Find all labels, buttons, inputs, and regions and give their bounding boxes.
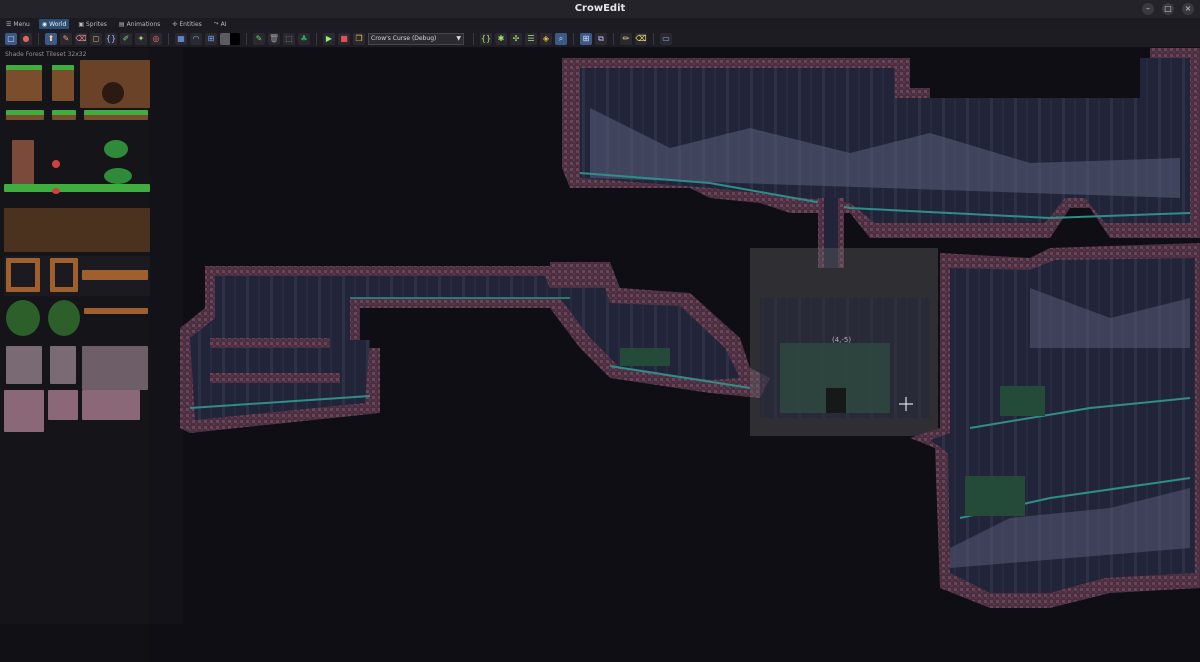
menu-bar: ☰ Menu ◉ World ▣ Sprites ▤ Animations ✢ Entit… <box>0 18 1200 30</box>
menu-item-ai[interactable]: ⤳ AI <box>211 19 230 29</box>
brush-tool-icon[interactable]: ✎ <box>60 32 72 45</box>
menu-item-world[interactable]: ◉ World <box>38 19 70 29</box>
tile-pink-stone[interactable] <box>48 390 78 420</box>
tile-stone-cross[interactable] <box>50 346 76 384</box>
braces-icon[interactable]: {} <box>105 32 117 45</box>
menu-item-menu[interactable]: ☰ Menu <box>3 19 33 29</box>
tile-rope-bridge[interactable] <box>84 308 148 314</box>
left-scroll-strip <box>150 48 183 624</box>
marquee-icon[interactable]: ⬚ <box>283 32 295 45</box>
layers-icon[interactable]: ▦ <box>175 32 187 45</box>
room-top <box>562 48 1200 238</box>
toolbar-separator <box>613 32 614 45</box>
close-icon[interactable]: × <box>1182 3 1194 15</box>
tile-pink-stone[interactable] <box>4 390 44 432</box>
tile-bush[interactable] <box>104 140 128 158</box>
tile-cobble[interactable] <box>82 346 148 390</box>
scene-icon[interactable]: ❐ <box>353 32 365 45</box>
film-icon: ▤ <box>118 20 125 28</box>
wooden-house <box>1000 386 1045 416</box>
tile-grass-ledge[interactable] <box>84 110 148 120</box>
tile-grass-block[interactable] <box>6 65 42 101</box>
wooden-house <box>965 476 1025 516</box>
toolbar-separator <box>246 32 247 45</box>
color-swatch-icon[interactable] <box>220 32 240 45</box>
tile-grass-ledge[interactable] <box>6 110 44 120</box>
window-title: CrowEdit <box>574 3 626 14</box>
rect-select-icon[interactable]: ◻ <box>90 32 102 45</box>
entity-icon: ✢ <box>172 20 178 28</box>
menu-item-sprites[interactable]: ▣ Sprites <box>75 19 110 29</box>
puzzle-icon[interactable]: ✣ <box>510 32 522 45</box>
tile-wood-frame[interactable] <box>6 258 40 292</box>
world-map <box>150 48 1200 624</box>
toolbar-separator <box>573 32 574 45</box>
tile-wood-roof[interactable] <box>82 270 148 280</box>
frame-icon[interactable]: ▭ <box>660 32 672 45</box>
tile-mushroom[interactable] <box>52 188 60 194</box>
stop-icon[interactable]: ■ <box>338 32 350 45</box>
tile-dirt-hole <box>102 82 124 104</box>
target-icon[interactable]: ◎ <box>150 32 162 45</box>
add-room-icon[interactable]: ⊞ <box>580 32 592 45</box>
tile-grass-pillar[interactable] <box>52 65 74 101</box>
chevron-down-icon: ▼ <box>456 34 461 42</box>
toolbar-separator <box>38 32 39 45</box>
room-corridor <box>180 262 770 433</box>
pencil-green-icon[interactable]: ✐ <box>120 32 132 45</box>
title-bar: CrowEdit – □ × <box>0 0 1200 19</box>
erase-highlight-icon[interactable]: ⌫ <box>635 32 647 45</box>
toolbar-separator <box>653 32 654 45</box>
eraser-tool-icon[interactable]: ⌫ <box>75 32 87 45</box>
play-icon[interactable]: ▶ <box>323 32 335 45</box>
tile-bush[interactable] <box>104 168 132 184</box>
maximize-icon[interactable]: □ <box>1162 3 1174 15</box>
toolbar-separator <box>316 32 317 45</box>
stamp-tool-icon[interactable]: ⬆ <box>45 32 57 45</box>
image-icon: ▣ <box>78 20 84 28</box>
list-icon[interactable]: ☰ <box>525 32 537 45</box>
tile-vine-ball[interactable] <box>48 300 80 336</box>
world-canvas[interactable]: (4,-5) <box>150 48 1200 662</box>
trash-icon[interactable]: 🗑 <box>268 32 280 45</box>
tileset-panel: Shade Forest Tileset 32x32 <box>0 48 151 624</box>
tile-vine-ball[interactable] <box>6 300 40 336</box>
highlight-icon[interactable]: ✏ <box>620 32 632 45</box>
actor-icon[interactable]: ✱ <box>495 32 507 45</box>
tile-mushroom[interactable] <box>52 160 60 168</box>
tree-icon[interactable]: ♣ <box>298 32 310 45</box>
ai-icon: ⤳ <box>213 20 219 27</box>
menu-item-animations[interactable]: ▤ Animations <box>116 19 163 29</box>
tag-icon[interactable]: ◈ <box>540 32 552 45</box>
minimize-icon[interactable]: – <box>1142 3 1154 15</box>
paint-icon[interactable]: ✎ <box>253 32 265 45</box>
code-braces-icon[interactable]: {} <box>480 32 492 45</box>
wifi-icon[interactable]: ◠ <box>190 32 202 45</box>
toolbar-separator <box>473 32 474 45</box>
tile-stone-block[interactable] <box>6 346 42 384</box>
run-entity-icon[interactable]: ✦ <box>135 32 147 45</box>
toolbar-separator <box>168 32 169 45</box>
tile-wood-frame[interactable] <box>50 258 78 292</box>
tile-grass-floor[interactable] <box>4 184 150 192</box>
scene-select[interactable]: Crow's Curse (Debug) ▼ <box>368 32 464 45</box>
tile-pink-stone[interactable] <box>82 390 140 420</box>
duplicate-room-icon[interactable]: ⧉ <box>595 32 607 45</box>
hamburger-icon: ☰ <box>6 20 12 28</box>
ledge <box>210 338 330 348</box>
tile-grass-ledge[interactable] <box>52 110 76 120</box>
grid-icon[interactable]: ⊞ <box>205 32 217 45</box>
tileset-title: Shade Forest Tileset 32x32 <box>5 51 87 58</box>
toolbar: ▢ ● ⬆ ✎ ⌫ ◻ {} ✐ ✦ ◎ ▦ ◠ ⊞ ✎ 🗑 ⬚ ♣ ▶ ■ ❐… <box>0 30 1200 48</box>
search-icon[interactable]: ⌕ <box>555 32 567 45</box>
tile-dirt-texture[interactable] <box>4 208 150 252</box>
ledge <box>210 373 340 383</box>
select-tool-icon[interactable]: ▢ <box>5 32 17 45</box>
room-coordinate-label: (4,-5) <box>832 336 852 344</box>
menu-item-entities[interactable]: ✢ Entities <box>169 19 204 29</box>
globe-icon: ◉ <box>41 20 48 28</box>
wooden-house <box>620 348 670 366</box>
room-right <box>910 243 1200 608</box>
record-icon[interactable]: ● <box>20 32 32 45</box>
